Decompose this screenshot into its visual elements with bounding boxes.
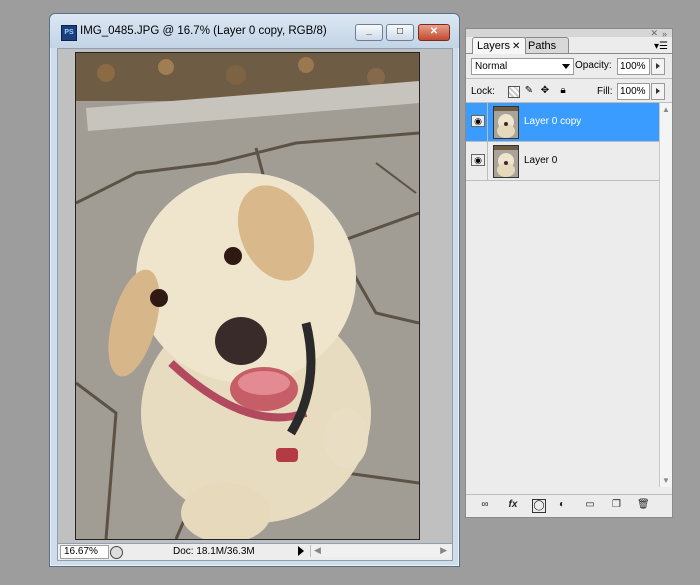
layers-panel-footer: ∞ fx ◯ ◐ ▭ ❐ 🗑︎ [466,494,672,517]
layer-thumbnail [493,145,519,178]
layers-list[interactable]: ◉ Layer 0 copy ◉ Layer 0 [466,103,660,487]
layers-panel[interactable]: ✕ » Layers ✕ Paths ▾☰ Normal Opacity: 100… [465,28,673,518]
fill-input[interactable]: 100% [617,83,650,100]
scroll-left-icon[interactable]: ◀ [314,545,321,556]
fill-label: Fill: [597,86,613,97]
tab-layers[interactable]: Layers ✕ [472,37,526,54]
maximize-icon: □ [396,26,404,37]
eye-icon[interactable]: ◉ [471,154,485,166]
blend-mode-value: Normal [475,61,508,72]
layer-name: Layer 0 copy [524,116,582,127]
document-image[interactable] [75,52,420,540]
tab-paths[interactable]: Paths [523,37,569,54]
new-group-icon[interactable]: ▭ [584,499,596,511]
canvas-area[interactable] [57,48,453,544]
adjustment-layer-icon[interactable]: ◐ [556,499,568,511]
trash-icon[interactable]: 🗑︎ [637,499,650,511]
close-button[interactable]: ✕ [418,24,450,41]
horizontal-scrollbar[interactable]: ◀ ▶ [310,545,450,557]
vertical-scrollbar[interactable]: ▲ ▼ [659,103,672,487]
zoom-field[interactable]: 16.67% [60,545,109,559]
eye-icon[interactable]: ◉ [471,115,485,127]
scroll-down-icon[interactable]: ▼ [662,476,670,485]
slider-arrow-icon [656,88,660,94]
panel-menu-icon[interactable]: ▾☰ [654,41,668,52]
scroll-up-icon[interactable]: ▲ [662,105,670,114]
lock-position-icon[interactable]: ✥ [540,86,550,96]
fx-icon[interactable]: fx [504,499,522,511]
status-menu-arrow-icon[interactable] [298,546,304,556]
minimize-icon: _ [366,25,372,36]
document-title: IMG_0485.JPG @ 16.7% (Layer 0 copy, RGB/… [80,25,327,37]
layer-name: Layer 0 [524,155,558,166]
lock-label: Lock: [471,86,495,97]
opacity-input[interactable]: 100% [617,58,650,75]
link-layers-icon[interactable]: ∞ [476,499,494,511]
thumbnail-image [494,146,518,177]
opacity-label: Opacity: [575,60,612,71]
lock-pixels-icon[interactable]: ✎ [524,86,534,96]
panel-top-strip[interactable] [466,29,672,37]
layer-mask-icon[interactable]: ◯ [532,499,546,513]
dog-photo [76,53,419,539]
slider-arrow-icon [656,63,660,69]
layer-thumbnail [493,106,519,139]
tab-close-icon[interactable]: ✕ [512,41,520,52]
new-layer-icon[interactable]: ❐ [611,499,622,511]
layer-row[interactable]: ◉ Layer 0 [466,142,660,181]
photoshop-icon: PS [61,25,77,41]
tab-layers-label: Layers [477,40,511,52]
status-bar: 16.67% Doc: 18.1M/36.3M ◀ ▶ [57,543,453,561]
minimize-button[interactable]: _ [355,24,383,41]
status-icon[interactable] [110,546,123,559]
divider [487,103,488,141]
blend-mode-select[interactable]: Normal [471,58,574,75]
opacity-slider-button[interactable] [651,58,665,75]
divider [487,142,488,180]
panel-close-icon[interactable]: ✕ [650,28,658,39]
fill-slider-button[interactable] [651,83,665,100]
doc-info: Doc: 18.1M/36.3M [173,546,255,557]
close-icon: ✕ [429,26,439,37]
document-window[interactable]: PS IMG_0485.JPG @ 16.7% (Layer 0 copy, R… [49,13,460,567]
scroll-right-icon[interactable]: ▶ [440,545,447,556]
layer-row[interactable]: ◉ Layer 0 copy [466,103,660,142]
panel-collapse-icon[interactable]: » [662,29,667,39]
dropdown-arrow-icon [562,64,570,69]
document-title-bar[interactable]: PS IMG_0485.JPG @ 16.7% (Layer 0 copy, R… [50,14,459,48]
divider [466,78,672,79]
lock-all-icon[interactable]: 🔒︎ [558,86,568,96]
maximize-button[interactable]: □ [386,24,414,41]
thumbnail-image [494,107,518,138]
lock-transparent-icon[interactable] [508,86,520,98]
tab-paths-label: Paths [528,40,557,52]
